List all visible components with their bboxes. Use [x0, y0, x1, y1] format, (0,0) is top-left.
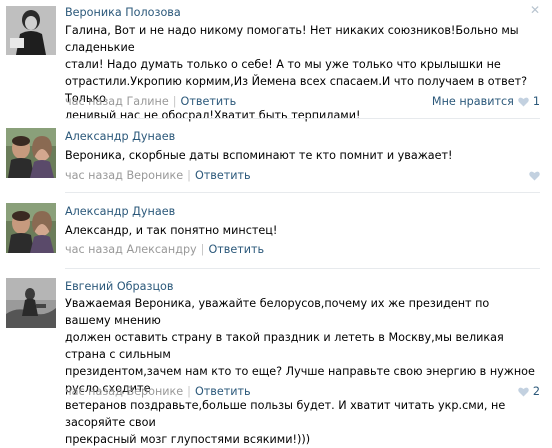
reply-link[interactable]: Ответить — [208, 243, 264, 256]
like-button[interactable] — [529, 171, 540, 181]
divider — [65, 192, 540, 193]
heart-icon — [518, 387, 529, 397]
heart-icon — [518, 97, 529, 107]
comment-text-line: должен оставить страну в такой праздник … — [65, 331, 504, 361]
like-button[interactable]: Мне нравится 1 — [432, 95, 540, 108]
separator: | — [200, 243, 205, 256]
reply-link[interactable]: Ответить — [181, 95, 237, 108]
like-label: Мне нравится — [431, 95, 514, 108]
comment-meta: час назад Галине | Ответить — [65, 95, 236, 108]
comment-meta: час назад Веронике | Ответить — [65, 169, 251, 182]
comment-meta: час назад Александру | Ответить — [65, 243, 264, 256]
divider — [65, 268, 540, 269]
comment-time[interactable]: час назад Веронике — [65, 169, 183, 182]
comment-text-line: стали! Надо думать только о себе! А то м… — [65, 58, 501, 71]
like-button[interactable]: 2 — [518, 385, 540, 398]
comment-text: Галина, Вот и не надо никому помогать! Н… — [65, 22, 535, 124]
comment-time[interactable]: час назад Веронике — [65, 385, 183, 398]
comment-text: Александр, и так понятно минстец! — [65, 222, 535, 239]
comment-text-line: Галина, Вот и не надо никому помогать! Н… — [65, 24, 519, 54]
comment-text-line: Александр, и так понятно минстец! — [65, 224, 278, 237]
heart-icon — [529, 171, 540, 181]
author-name[interactable]: Александр Дунаев — [65, 205, 175, 218]
reply-link[interactable]: Ответить — [195, 385, 251, 398]
separator: | — [187, 385, 191, 398]
comment-time[interactable]: час назад Александру — [65, 243, 197, 256]
avatar[interactable] — [6, 278, 56, 328]
comment-text-line: Уважаемая Вероника, уважайте белорусов,п… — [65, 297, 490, 327]
comment-meta: час назад Веронике | Ответить — [65, 385, 251, 398]
comment-text: Вероника, скорбные даты вспоминают те кт… — [65, 147, 535, 164]
like-count: 1 — [532, 95, 540, 108]
comment-text-line: Вероника, скорбные даты вспоминают те кт… — [65, 149, 453, 162]
author-name[interactable]: Евгений Образцов — [65, 280, 174, 293]
separator: | — [172, 95, 177, 108]
comment-text: Уважаемая Вероника, уважайте белорусов,п… — [65, 295, 535, 448]
like-count: 2 — [532, 385, 540, 398]
author-name[interactable]: Вероника Полозова — [65, 6, 181, 19]
avatar[interactable] — [6, 128, 56, 178]
avatar[interactable] — [6, 6, 56, 55]
separator: | — [187, 169, 191, 182]
close-icon[interactable]: ✕ — [530, 4, 540, 16]
divider — [65, 118, 540, 119]
comment-text-line: прекрасный мозг глупостями всякими!))) — [65, 433, 311, 446]
reply-link[interactable]: Ответить — [195, 169, 251, 182]
comment-time[interactable]: час назад Галине — [65, 95, 169, 108]
comment-text-line: ветеранов поздравьте,больше пользы будет… — [65, 399, 506, 429]
avatar[interactable] — [6, 203, 56, 253]
author-name[interactable]: Александр Дунаев — [65, 130, 175, 143]
comment-text-line: ленивый нас не обосрал!Хватит быть терпи… — [65, 109, 361, 122]
